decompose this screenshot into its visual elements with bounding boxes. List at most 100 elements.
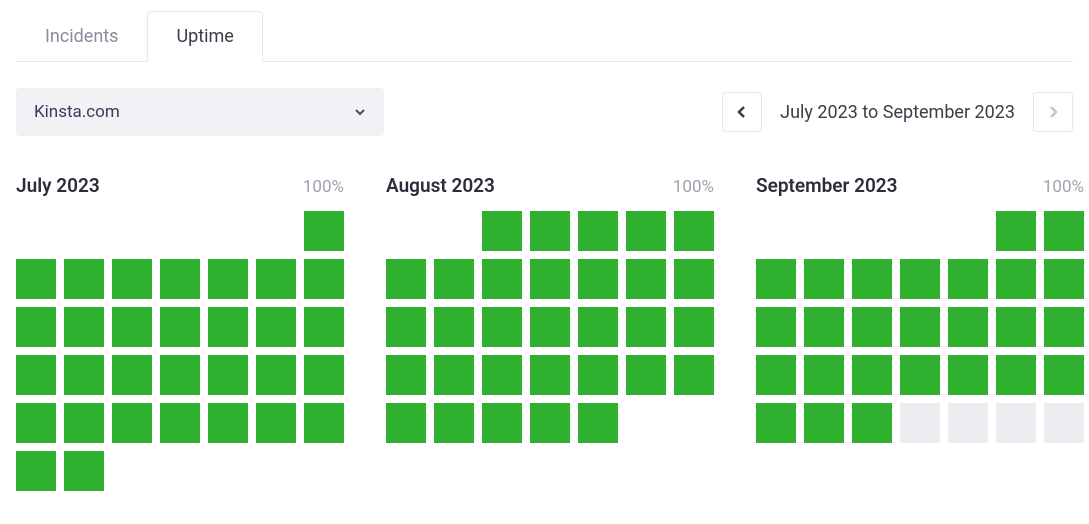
calendar-day[interactable] [626,355,666,395]
calendar-day[interactable] [530,259,570,299]
calendar-day[interactable] [674,355,714,395]
calendar-day[interactable] [304,403,344,443]
calendar-day[interactable] [948,259,988,299]
calendar-day[interactable] [256,355,296,395]
calendar-day[interactable] [386,403,426,443]
calendar-day[interactable] [208,403,248,443]
calendar-day[interactable] [996,403,1036,443]
calendar-day[interactable] [16,451,56,491]
calendar-day[interactable] [482,259,522,299]
calendar-day[interactable] [482,403,522,443]
calendar-day[interactable] [304,355,344,395]
calendar-day[interactable] [434,403,474,443]
calendar-day[interactable] [482,355,522,395]
calendar-day[interactable] [674,307,714,347]
calendar-day[interactable] [852,259,892,299]
calendar-day[interactable] [756,403,796,443]
calendar-day[interactable] [852,355,892,395]
calendar-day[interactable] [16,355,56,395]
tab-incidents[interactable]: Incidents [16,11,147,62]
next-range-button[interactable] [1033,92,1073,132]
calendar-day[interactable] [756,307,796,347]
calendar-day[interactable] [16,259,56,299]
calendar-day[interactable] [112,403,152,443]
calendar-cell-empty [756,211,796,251]
calendar-day[interactable] [434,259,474,299]
calendar-day[interactable] [900,403,940,443]
calendar-day[interactable] [482,307,522,347]
calendar-day[interactable] [996,211,1036,251]
calendar-day[interactable] [434,355,474,395]
calendar-day[interactable] [996,259,1036,299]
calendar-day[interactable] [256,403,296,443]
calendar-day[interactable] [304,259,344,299]
calendar-day[interactable] [578,403,618,443]
calendar-day[interactable] [578,211,618,251]
calendar-day[interactable] [208,307,248,347]
calendar-day[interactable] [160,259,200,299]
calendar-day[interactable] [578,307,618,347]
calendar-day[interactable] [852,403,892,443]
calendar-day[interactable] [160,307,200,347]
calendar-cell-empty [900,211,940,251]
calendar-day[interactable] [304,211,344,251]
calendar-day[interactable] [626,211,666,251]
calendar-day[interactable] [626,259,666,299]
calendar-day[interactable] [64,307,104,347]
calendar-day[interactable] [16,403,56,443]
calendar-day[interactable] [1044,211,1084,251]
site-dropdown-label: Kinsta.com [34,102,120,122]
calendar-day[interactable] [578,355,618,395]
calendar-day[interactable] [386,307,426,347]
calendar-day[interactable] [1044,259,1084,299]
calendar-day[interactable] [996,307,1036,347]
calendar-day[interactable] [112,355,152,395]
calendar-day[interactable] [900,355,940,395]
calendar-day[interactable] [530,307,570,347]
calendar-day[interactable] [160,355,200,395]
calendar-day[interactable] [386,259,426,299]
calendar-day[interactable] [64,355,104,395]
calendar-day[interactable] [208,259,248,299]
calendar-day[interactable] [482,211,522,251]
calendar-day[interactable] [948,307,988,347]
calendar-day[interactable] [674,259,714,299]
calendar-day[interactable] [1044,307,1084,347]
calendar-day[interactable] [852,307,892,347]
calendar-day[interactable] [530,355,570,395]
calendar-day[interactable] [804,403,844,443]
calendar-day[interactable] [386,355,426,395]
calendar-day[interactable] [208,355,248,395]
calendar-day[interactable] [578,259,618,299]
prev-range-button[interactable] [722,92,762,132]
calendar-day[interactable] [304,307,344,347]
calendar-day[interactable] [804,307,844,347]
calendar-day[interactable] [756,355,796,395]
calendar-day[interactable] [900,259,940,299]
calendar-day[interactable] [674,211,714,251]
calendar-day[interactable] [160,403,200,443]
calendar-day[interactable] [756,259,796,299]
calendar-day[interactable] [996,355,1036,395]
calendar-day[interactable] [948,355,988,395]
calendar-day[interactable] [112,307,152,347]
calendar-day[interactable] [530,211,570,251]
calendar-day[interactable] [1044,403,1084,443]
calendar-day[interactable] [64,403,104,443]
tab-uptime[interactable]: Uptime [147,11,262,62]
calendar-day[interactable] [948,403,988,443]
calendar-day[interactable] [804,355,844,395]
calendar-day[interactable] [900,307,940,347]
calendar-day[interactable] [434,307,474,347]
calendar-day[interactable] [804,259,844,299]
calendar-day[interactable] [626,307,666,347]
calendar-day[interactable] [112,259,152,299]
calendar-day[interactable] [1044,355,1084,395]
site-dropdown[interactable]: Kinsta.com [16,88,384,136]
calendar-day[interactable] [64,451,104,491]
calendar-day[interactable] [256,259,296,299]
calendar-day[interactable] [256,307,296,347]
calendar-day[interactable] [16,307,56,347]
calendar-day[interactable] [64,259,104,299]
calendar-day[interactable] [530,403,570,443]
